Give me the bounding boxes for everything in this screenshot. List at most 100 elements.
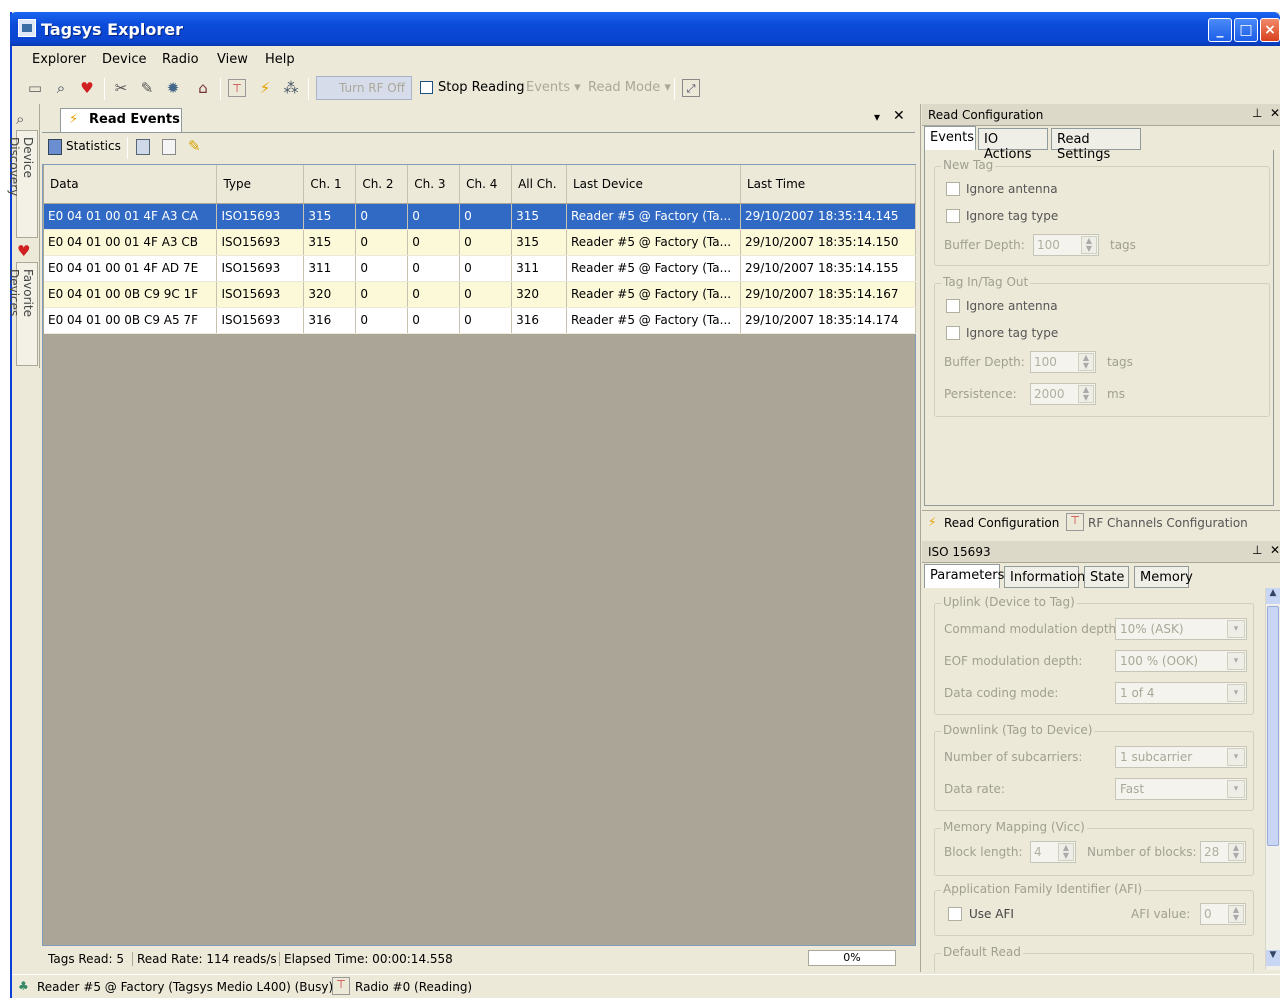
main-status-bar: ♣ Reader #5 @ Factory (Tagsys Medio L400… — [12, 974, 1280, 998]
new-tag-buffer-label: Buffer Depth: — [944, 238, 1025, 252]
table-cell: Reader #5 @ Factory (Ta... — [566, 229, 741, 256]
table-cell: 311 — [303, 255, 357, 282]
minimize-button[interactable]: _ — [1208, 18, 1232, 42]
fullscreen-icon[interactable]: ⤢ — [682, 79, 700, 97]
statistics-button[interactable]: Statistics — [66, 139, 121, 153]
table-row[interactable]: E0 04 01 00 0B C9 A5 7F ISO15693 316 0 0 0 316… — [44, 307, 917, 334]
table-row[interactable]: E0 04 01 00 01 4F AD 7E ISO15693 311 0 0 0 311… — [44, 255, 917, 282]
eof-mod-label: EOF modulation depth: — [944, 654, 1083, 668]
tools-icon[interactable]: ✂ — [112, 79, 130, 97]
scroll-up-icon[interactable]: ▲ — [1266, 588, 1280, 604]
col-data[interactable]: Data — [44, 165, 218, 204]
lightning-icon[interactable]: ⚡ — [256, 79, 274, 97]
col-ch3[interactable]: Ch. 3 — [407, 165, 461, 204]
tab-memory[interactable]: Memory — [1134, 566, 1193, 588]
default-read-label: Default Read — [941, 945, 1023, 959]
stop-reading-checkbox[interactable] — [420, 81, 433, 94]
tab-rf-channels[interactable]: RF Channels Configuration — [1088, 516, 1248, 530]
cmd-mod-select[interactable]: 10% (ASK) ▾ — [1115, 618, 1247, 640]
col-ch1[interactable]: Ch. 1 — [303, 165, 357, 204]
read-mode-label: Read Mode — [588, 80, 661, 95]
afi-value-spinner[interactable]: 0 ▲ ▼ — [1200, 903, 1246, 925]
pin-icon[interactable]: ⊥ — [1252, 106, 1262, 120]
col-last-time[interactable]: Last Time — [740, 165, 917, 204]
table-cell: 0 — [459, 307, 513, 334]
col-ch4[interactable]: Ch. 4 — [459, 165, 513, 204]
panel-menu-icon[interactable]: ▾ — [874, 110, 880, 124]
col-all-ch[interactable]: All Ch. — [511, 165, 567, 204]
tab-parameters[interactable]: Parameters — [924, 564, 1004, 588]
table-cell: Reader #5 @ Factory (Ta... — [566, 203, 741, 230]
close-button[interactable]: × — [1260, 18, 1280, 42]
tio-ignore-type-label: Ignore tag type — [966, 326, 1059, 340]
tab-events[interactable]: Events — [924, 126, 976, 150]
coding-value: 1 of 4 — [1120, 686, 1155, 700]
eof-mod-select[interactable]: 100 % (OOK) ▾ — [1115, 650, 1247, 672]
new-tag-ignore-antenna-checkbox[interactable] — [946, 182, 960, 196]
tab-read-configuration[interactable]: Read Configuration — [944, 516, 1059, 530]
home-icon[interactable]: ⌂ — [194, 79, 212, 97]
col-type[interactable]: Type — [216, 165, 305, 204]
col-last-device[interactable]: Last Device — [566, 165, 741, 204]
tab-state[interactable]: State — [1084, 566, 1129, 588]
menu-radio[interactable]: Radio — [162, 52, 199, 67]
new-tag-buffer-spinner[interactable]: 100 ▲ ▼ — [1033, 234, 1099, 256]
table-cell: 315 — [511, 229, 567, 256]
subcarriers-select[interactable]: 1 subcarrier ▾ — [1115, 746, 1247, 768]
favorite-devices-tab[interactable]: Favorite Devices — [7, 262, 38, 366]
tab-read-events[interactable]: ⚡ Read Events — [60, 108, 182, 132]
afi-value-label: AFI value: — [1131, 907, 1191, 921]
turn-rf-off-button[interactable]: Turn RF Off — [316, 76, 412, 100]
close-icon[interactable]: ✕ — [1270, 543, 1280, 557]
save-icon[interactable] — [136, 139, 150, 155]
pin-icon[interactable]: ⊥ — [1252, 543, 1262, 557]
coding-select[interactable]: 1 of 4 ▾ — [1115, 682, 1247, 704]
default-read-group: Default Read — [934, 945, 1254, 973]
copy-icon[interactable] — [162, 139, 176, 155]
gear-icon[interactable]: ✹ — [164, 79, 182, 97]
search-icon[interactable]: ⌕ — [52, 79, 70, 97]
rate-select[interactable]: Fast ▾ — [1115, 778, 1247, 800]
device-discovery-tab[interactable]: Device Discovery — [7, 130, 38, 238]
table-cell: 320 — [303, 281, 357, 308]
wrench-icon[interactable]: ✎ — [138, 79, 156, 97]
menu-explorer[interactable]: Explorer — [32, 52, 86, 67]
channels-icon[interactable]: ⁂ — [282, 79, 300, 97]
iso-scrollbar[interactable]: ▲ ▼ — [1265, 588, 1280, 970]
clear-icon[interactable]: ✎ — [188, 137, 201, 155]
block-len-spinner[interactable]: 4 ▲ ▼ — [1030, 841, 1076, 863]
table-row[interactable]: E0 04 01 00 0B C9 9C 1F ISO15693 320 0 0 0 320… — [44, 281, 917, 308]
heart-icon[interactable]: ♥ — [78, 79, 96, 97]
panel-close-icon[interactable]: ✕ — [893, 108, 905, 124]
tab-io-actions[interactable]: IO Actions — [978, 128, 1048, 162]
persistence-spinner[interactable]: 2000 ▲ ▼ — [1030, 383, 1096, 405]
events-dropdown[interactable]: Events ▾ — [526, 80, 581, 95]
eof-mod-value: 100 % (OOK) — [1120, 654, 1199, 668]
tio-buffer-spinner[interactable]: 100 ▲ ▼ — [1030, 351, 1096, 373]
scroll-down-icon[interactable]: ▼ — [1266, 950, 1280, 966]
maximize-button[interactable]: □ — [1234, 18, 1258, 42]
scroll-thumb[interactable] — [1267, 606, 1279, 846]
table-row[interactable]: E0 04 01 00 01 4F A3 CA ISO15693 315 0 0 0 315… — [44, 203, 917, 230]
tio-ignore-type-checkbox[interactable] — [946, 326, 960, 340]
title-bar: Tagsys Explorer _ □ × — [10, 12, 1280, 46]
read-mode-dropdown[interactable]: Read Mode ▾ — [588, 80, 671, 95]
col-ch2[interactable]: Ch. 2 — [355, 165, 409, 204]
antenna-icon[interactable]: ⊤ — [228, 79, 246, 97]
device-status: Reader #5 @ Factory (Tagsys Medio L400) … — [37, 980, 334, 994]
menu-view[interactable]: View — [217, 52, 248, 67]
table-row[interactable]: E0 04 01 00 01 4F A3 CB ISO15693 315 0 0 0 315… — [44, 229, 917, 256]
new-icon[interactable]: ▭ — [26, 79, 44, 97]
table-cell: 0 — [355, 281, 409, 308]
new-tag-ignore-type-checkbox[interactable] — [946, 209, 960, 223]
menu-help[interactable]: Help — [265, 52, 295, 67]
tab-information[interactable]: Information — [1004, 566, 1085, 588]
menu-device[interactable]: Device — [102, 52, 146, 67]
close-icon[interactable]: ✕ — [1270, 106, 1280, 120]
use-afi-checkbox[interactable] — [948, 907, 962, 921]
tab-read-settings[interactable]: Read Settings — [1051, 128, 1141, 162]
tio-ignore-antenna-checkbox[interactable] — [946, 299, 960, 313]
table-cell: 316 — [511, 307, 567, 334]
num-blocks-spinner[interactable]: 28 ▲ ▼ — [1200, 841, 1246, 863]
table-cell: Reader #5 @ Factory (Ta... — [566, 307, 741, 334]
